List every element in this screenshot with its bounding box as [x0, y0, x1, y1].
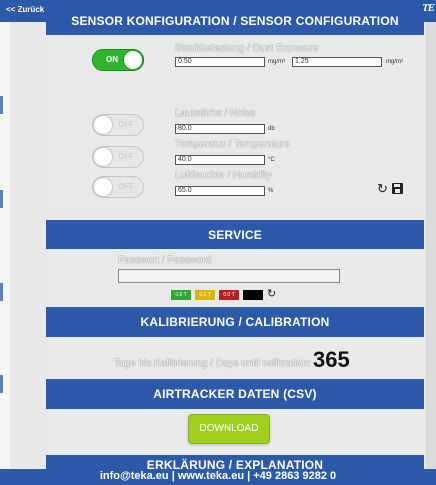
footer-contact: info@teka.eu | www.teka.eu | +49 2863 92… [99, 470, 337, 482]
black-level-swatch[interactable] [243, 290, 263, 300]
noise-input[interactable]: 80.0 [175, 124, 265, 134]
edge-marker [0, 96, 3, 114]
airtracker-header: AIRTRACKER DATEN (CSV) [46, 379, 424, 409]
service-header: SERVICE [46, 220, 424, 249]
noise-unit: db [268, 126, 275, 132]
left-margin [0, 0, 10, 485]
humidity-toggle[interactable]: OFF [92, 176, 144, 198]
temperature-toggle[interactable]: OFF [92, 146, 144, 168]
edge-marker [0, 375, 3, 393]
toggle-knob [94, 116, 112, 134]
temperature-input[interactable]: 40.0 [175, 155, 265, 165]
toggle-state-label: OFF [118, 120, 134, 129]
footer: info@teka.eu | www.teka.eu | +49 2863 92… [0, 469, 436, 485]
service-title: SERVICE [208, 228, 262, 242]
download-button[interactable]: DOWNLOAD [188, 414, 270, 444]
dust-min-unit: mg/m³ [268, 59, 285, 65]
dust-max-unit: mg/m³ [386, 59, 403, 65]
days-until-calibration-label: Tage bis Kalibrierung / Days until calib… [114, 358, 311, 369]
noise-label: Lautstärke / Noise [175, 108, 256, 119]
dust-min-input[interactable]: 0.50 [175, 57, 265, 67]
toggle-state-label: OFF [118, 152, 134, 161]
airtracker-title: AIRTRACKER DATEN (CSV) [153, 387, 317, 401]
humidity-unit: % [268, 188, 274, 194]
days-until-calibration-value: 365 [313, 347, 350, 372]
calibration-title: KALIBRIERUNG / CALIBRATION [140, 315, 330, 329]
red-level-swatch[interactable]: 0.0 T [219, 290, 239, 300]
humidity-input[interactable]: 65.0 [175, 186, 265, 196]
dust-label: Staubbelastung / Dust Exposure [175, 43, 319, 54]
green-level-swatch[interactable]: 0.0 T [171, 290, 191, 300]
edge-marker [0, 190, 3, 208]
temperature-label: Temperatur / Temperature [175, 139, 290, 150]
toggle-knob [94, 178, 112, 196]
dust-toggle[interactable]: ON [92, 49, 144, 71]
password-field[interactable] [118, 269, 340, 283]
toggle-state-label: ON [106, 55, 118, 64]
toggle-state-label: OFF [118, 182, 134, 191]
yellow-level-swatch[interactable]: 0.0 T [195, 290, 215, 300]
back-link[interactable]: << Zurück [6, 5, 44, 14]
edge-marker [0, 283, 3, 301]
humidity-label: Luftfeuchte / Humidity [175, 170, 272, 181]
calibration-header: KALIBRIERUNG / CALIBRATION [46, 307, 424, 337]
save-icon[interactable] [392, 183, 403, 194]
toggle-knob [124, 51, 142, 69]
dust-max-input[interactable]: 1.25 [292, 57, 382, 67]
reset-icon[interactable]: ↻ [377, 182, 388, 195]
sensor-config-header: SENSOR KONFIGURATION / SENSOR CONFIGURAT… [46, 6, 424, 35]
noise-toggle[interactable]: OFF [92, 114, 144, 136]
right-margin [426, 0, 436, 485]
temperature-unit: °C [268, 157, 275, 163]
sensor-config-title: SENSOR KONFIGURATION / SENSOR CONFIGURAT… [71, 14, 399, 28]
refresh-icon[interactable]: ↻ [267, 288, 276, 301]
toggle-knob [94, 148, 112, 166]
password-label: Passwort / Password [118, 255, 212, 266]
